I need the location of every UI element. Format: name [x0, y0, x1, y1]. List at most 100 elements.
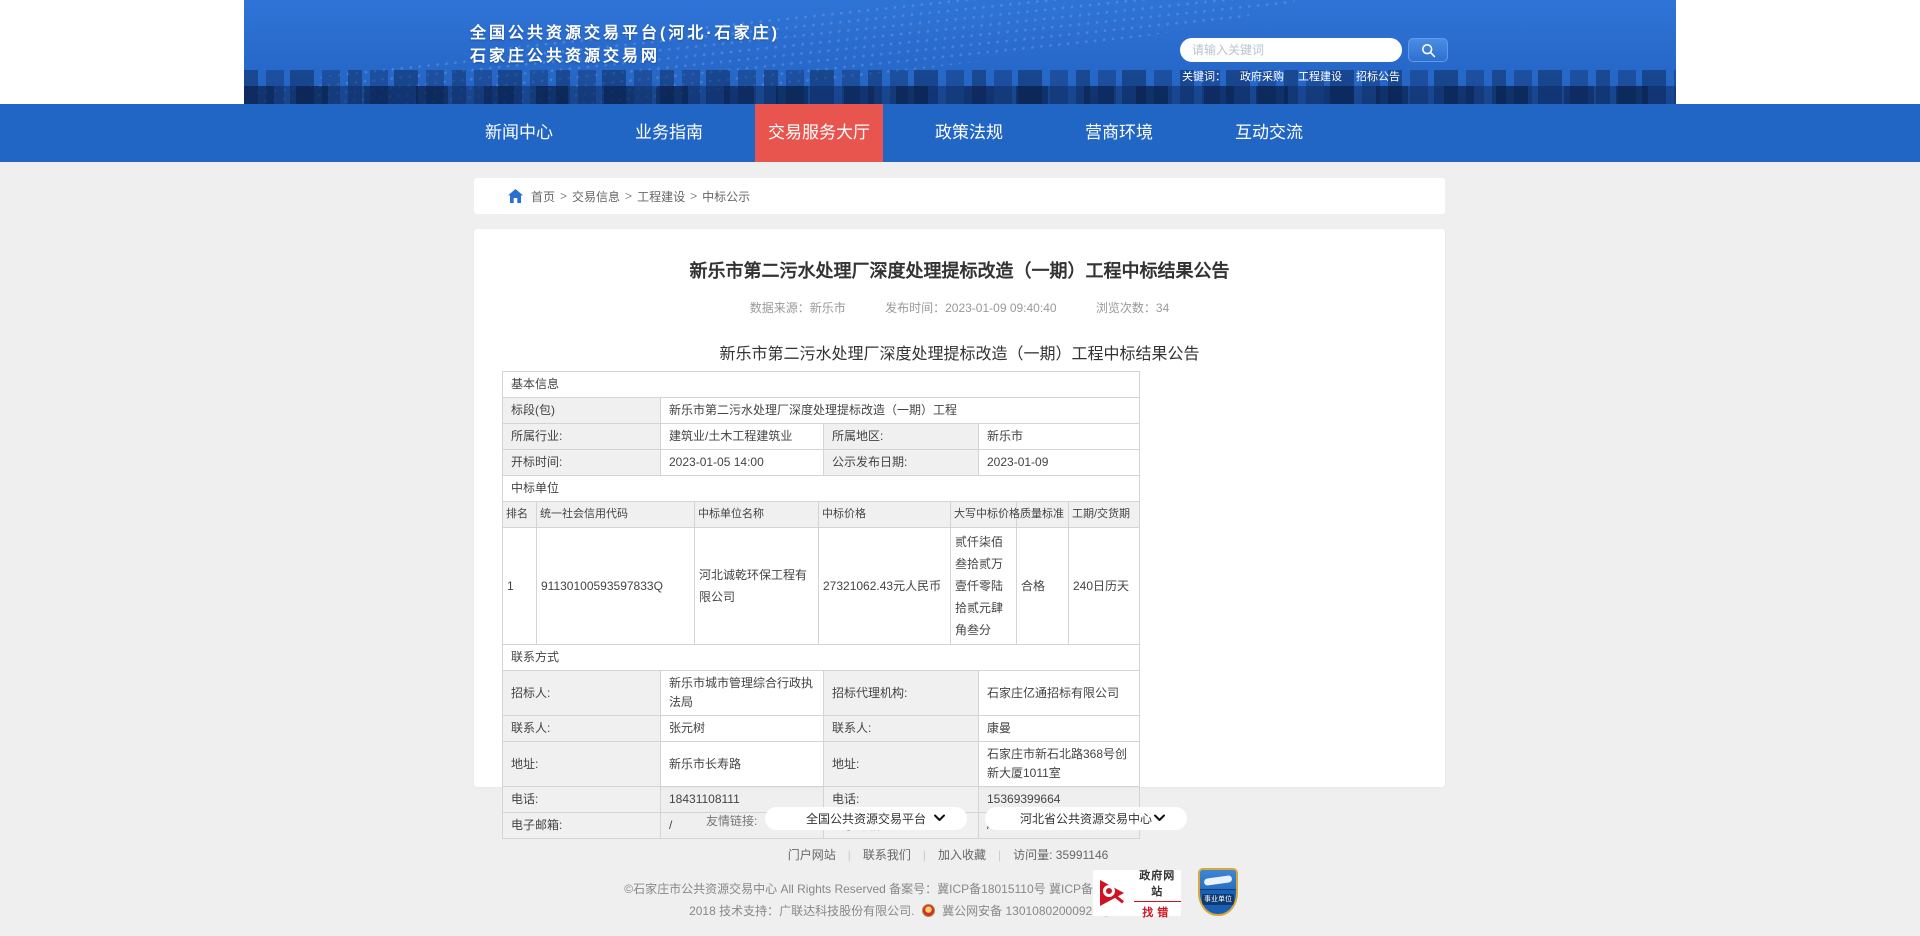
section-basic-info: 基本信息 — [501, 371, 1141, 398]
winner-rank: 1 — [502, 527, 537, 645]
nav-item-guide[interactable]: 业务指南 — [594, 104, 744, 162]
nav-item-policy-label[interactable]: 政策法规 — [922, 104, 1016, 162]
address2-value: 石家庄市新石北路368号创新大厦1011室 — [977, 741, 1141, 787]
friendly-link-select-2-value: 河北省公共资源交易中心 — [1019, 812, 1152, 826]
main-navigation: 新闻中心 业务指南 交易服务大厅 政策法规 营商环境 互动交流 — [0, 104, 1920, 162]
phone1-label: 电话: — [502, 786, 661, 813]
hot-keywords-label: 关键词： — [1182, 71, 1226, 83]
friendly-link-select-2[interactable]: 河北省公共资源交易中心 — [985, 807, 1187, 830]
winner-col-company: 中标单位名称 — [694, 501, 819, 528]
winner-col-rank: 排名 — [502, 501, 537, 528]
nav-item-interaction[interactable]: 互动交流 — [1194, 104, 1344, 162]
shield-band-text: 事业单位 — [1201, 894, 1235, 905]
nav-item-trade-hall-label[interactable]: 交易服务大厅 — [755, 104, 883, 162]
section-winner: 中标单位 — [501, 475, 1141, 502]
chevron-down-icon — [934, 814, 945, 822]
nav-item-trade-hall[interactable]: 交易服务大厅 — [744, 104, 894, 162]
tech-support-text: 2018 技术支持：广联达科技股份有限公司. — [689, 904, 915, 918]
open-time-label: 开标时间: — [502, 449, 661, 476]
publish-date-label: 公示发布日期: — [823, 449, 979, 476]
winner-col-quality: 质量标准 — [1016, 501, 1069, 528]
site-logo-line2: 石家庄公共资源交易网 — [470, 48, 661, 65]
open-time-value: 2023-01-05 14:00 — [660, 449, 824, 476]
nav-item-business-env[interactable]: 营商环境 — [1044, 104, 1194, 162]
nav-item-guide-label[interactable]: 业务指南 — [622, 104, 716, 162]
breadcrumb: 首页 > 交易信息 > 工程建设 > 中标公示 — [474, 178, 1445, 214]
winner-col-price: 中标价格 — [818, 501, 951, 528]
meta-source: 数据来源：新乐市 — [749, 301, 846, 315]
table-row: 标段(包) 新乐市第二污水处理厂深度处理提标改造（一期）工程 — [502, 397, 1141, 424]
footer-link-portal[interactable]: 门户网站 — [788, 848, 836, 862]
hot-keywords: 关键词： 政府采购 工程建设 招标公告 — [1182, 68, 1414, 84]
tenderer-label: 招标人: — [502, 670, 661, 716]
site-logo: 全国公共资源交易平台(河北·石家庄) 石家庄公共资源交易网 — [470, 22, 780, 68]
footer-divider: | — [847, 848, 851, 862]
breadcrumb-separator: > — [625, 189, 633, 203]
keyword-link-2[interactable]: 工程建设 — [1298, 71, 1342, 83]
chevron-down-icon — [1154, 814, 1165, 822]
announcement-inner-title: 新乐市第二污水处理厂深度处理提标改造（一期）工程中标结果公告 — [719, 346, 1200, 363]
table-row: 招标人: 新乐市城市管理综合行政执法局 招标代理机构: 石家庄亿通招标有限公司 — [502, 670, 1141, 716]
table-row: 开标时间: 2023-01-05 14:00 公示发布日期: 2023-01-0… — [502, 449, 1141, 476]
friendly-link-select-1-value: 全国公共资源交易平台 — [805, 812, 926, 826]
table-row: 所属行业: 建筑业/土木工程建筑业 所属地区: 新乐市 — [502, 423, 1141, 450]
breadcrumb-home[interactable]: 首页 — [531, 188, 555, 205]
address2-label: 地址: — [823, 741, 979, 787]
page-title: 新乐市第二污水处理厂深度处理提标改造（一期）工程中标结果公告 — [689, 261, 1230, 281]
beian-number[interactable]: 冀公网安备 13010802000926号 — [942, 904, 1111, 918]
agency-label: 招标代理机构: — [823, 670, 979, 716]
basic-info-table: 基本信息 标段(包) 新乐市第二污水处理厂深度处理提标改造（一期）工程 所属行业… — [501, 371, 1141, 502]
winner-header-row: 排名 统一社会信用代码 中标单位名称 中标价格 大写中标价格 质量标准 工期/交… — [502, 501, 1140, 528]
article-meta: 数据来源：新乐市 发布时间：2023-01-09 09:40:40 浏览次数：3… — [474, 299, 1445, 316]
industry-label: 所属行业: — [502, 423, 661, 450]
winner-company: 河北诚乾环保工程有限公司 — [694, 527, 819, 645]
publish-date-value: 2023-01-09 — [977, 449, 1141, 476]
breadcrumb-separator: > — [690, 189, 698, 203]
nav-item-news-label[interactable]: 新闻中心 — [472, 104, 566, 162]
footer-links-row: 门户网站 | 联系我们 | 加入收藏 | 访问量: 35991146 — [443, 846, 1443, 863]
breadcrumb-award-notice[interactable]: 中标公示 — [702, 188, 750, 205]
badge-gov-site-text: 政府网站 — [1139, 869, 1176, 898]
winner-data-row: 1 91130100593597833Q 河北诚乾环保工程有限公司 273210… — [502, 527, 1140, 645]
region-value: 新乐市 — [977, 423, 1141, 450]
region-label: 所属地区: — [823, 423, 979, 450]
search-input[interactable] — [1180, 38, 1402, 62]
contact2-label: 联系人: — [823, 715, 979, 742]
winner-col-price-caps: 大写中标价格 — [950, 501, 1020, 528]
keyword-link-1[interactable]: 政府采购 — [1240, 71, 1284, 83]
email1-label: 电子邮箱: — [502, 812, 661, 839]
gov-site-error-report-badge[interactable]: 政府网站 找错 — [1093, 869, 1181, 919]
nav-item-policy[interactable]: 政策法规 — [894, 104, 1044, 162]
footer-link-favorite[interactable]: 加入收藏 — [938, 848, 986, 862]
badge-find-error-text: 找错 — [1142, 906, 1173, 919]
bid-section-value: 新乐市第二污水处理厂深度处理提标改造（一期）工程 — [659, 397, 1141, 424]
winner-table: 排名 统一社会信用代码 中标单位名称 中标价格 大写中标价格 质量标准 工期/交… — [502, 501, 1140, 645]
table-row: 联系人: 张元树 联系人: 康曼 — [502, 715, 1141, 742]
friendly-link-select-1[interactable]: 全国公共资源交易平台 — [765, 807, 967, 830]
bid-section-label: 标段(包) — [502, 397, 661, 424]
public-institution-badge[interactable]: 事业单位 — [1198, 868, 1238, 916]
keyword-link-3[interactable]: 招标公告 — [1356, 71, 1400, 83]
footer-link-contact[interactable]: 联系我们 — [863, 848, 911, 862]
nav-item-interaction-label[interactable]: 互动交流 — [1222, 104, 1316, 162]
badge-divider — [1133, 900, 1181, 902]
breadcrumb-trade-info[interactable]: 交易信息 — [572, 188, 620, 205]
breadcrumb-engineering[interactable]: 工程建设 — [637, 188, 685, 205]
address1-value: 新乐市长寿路 — [660, 741, 824, 787]
banner-skyline-decoration-2 — [244, 86, 1676, 104]
error-report-magnifier-icon — [1098, 878, 1128, 908]
footer-divider: | — [922, 848, 926, 862]
search-button[interactable] — [1408, 38, 1448, 62]
nav-item-news[interactable]: 新闻中心 — [444, 104, 594, 162]
winner-col-duration: 工期/交货期 — [1068, 501, 1140, 528]
table-row: 基本信息 — [501, 371, 1141, 398]
site-logo-line1: 全国公共资源交易平台(河北·石家庄) — [470, 25, 780, 42]
industry-value: 建筑业/土木工程建筑业 — [660, 423, 824, 450]
site-banner: 全国公共资源交易平台(河北·石家庄) 石家庄公共资源交易网 关键词： 政府采购 工程… — [244, 0, 1676, 104]
winner-duration: 240日历天 — [1068, 527, 1140, 645]
meta-view-count: 浏览次数：34 — [1095, 301, 1170, 315]
winner-price: 27321062.43元人民币 — [818, 527, 951, 645]
shield-emblem-icon — [1200, 870, 1236, 890]
nav-item-business-env-label[interactable]: 营商环境 — [1072, 104, 1166, 162]
breadcrumb-separator: > — [560, 189, 568, 203]
